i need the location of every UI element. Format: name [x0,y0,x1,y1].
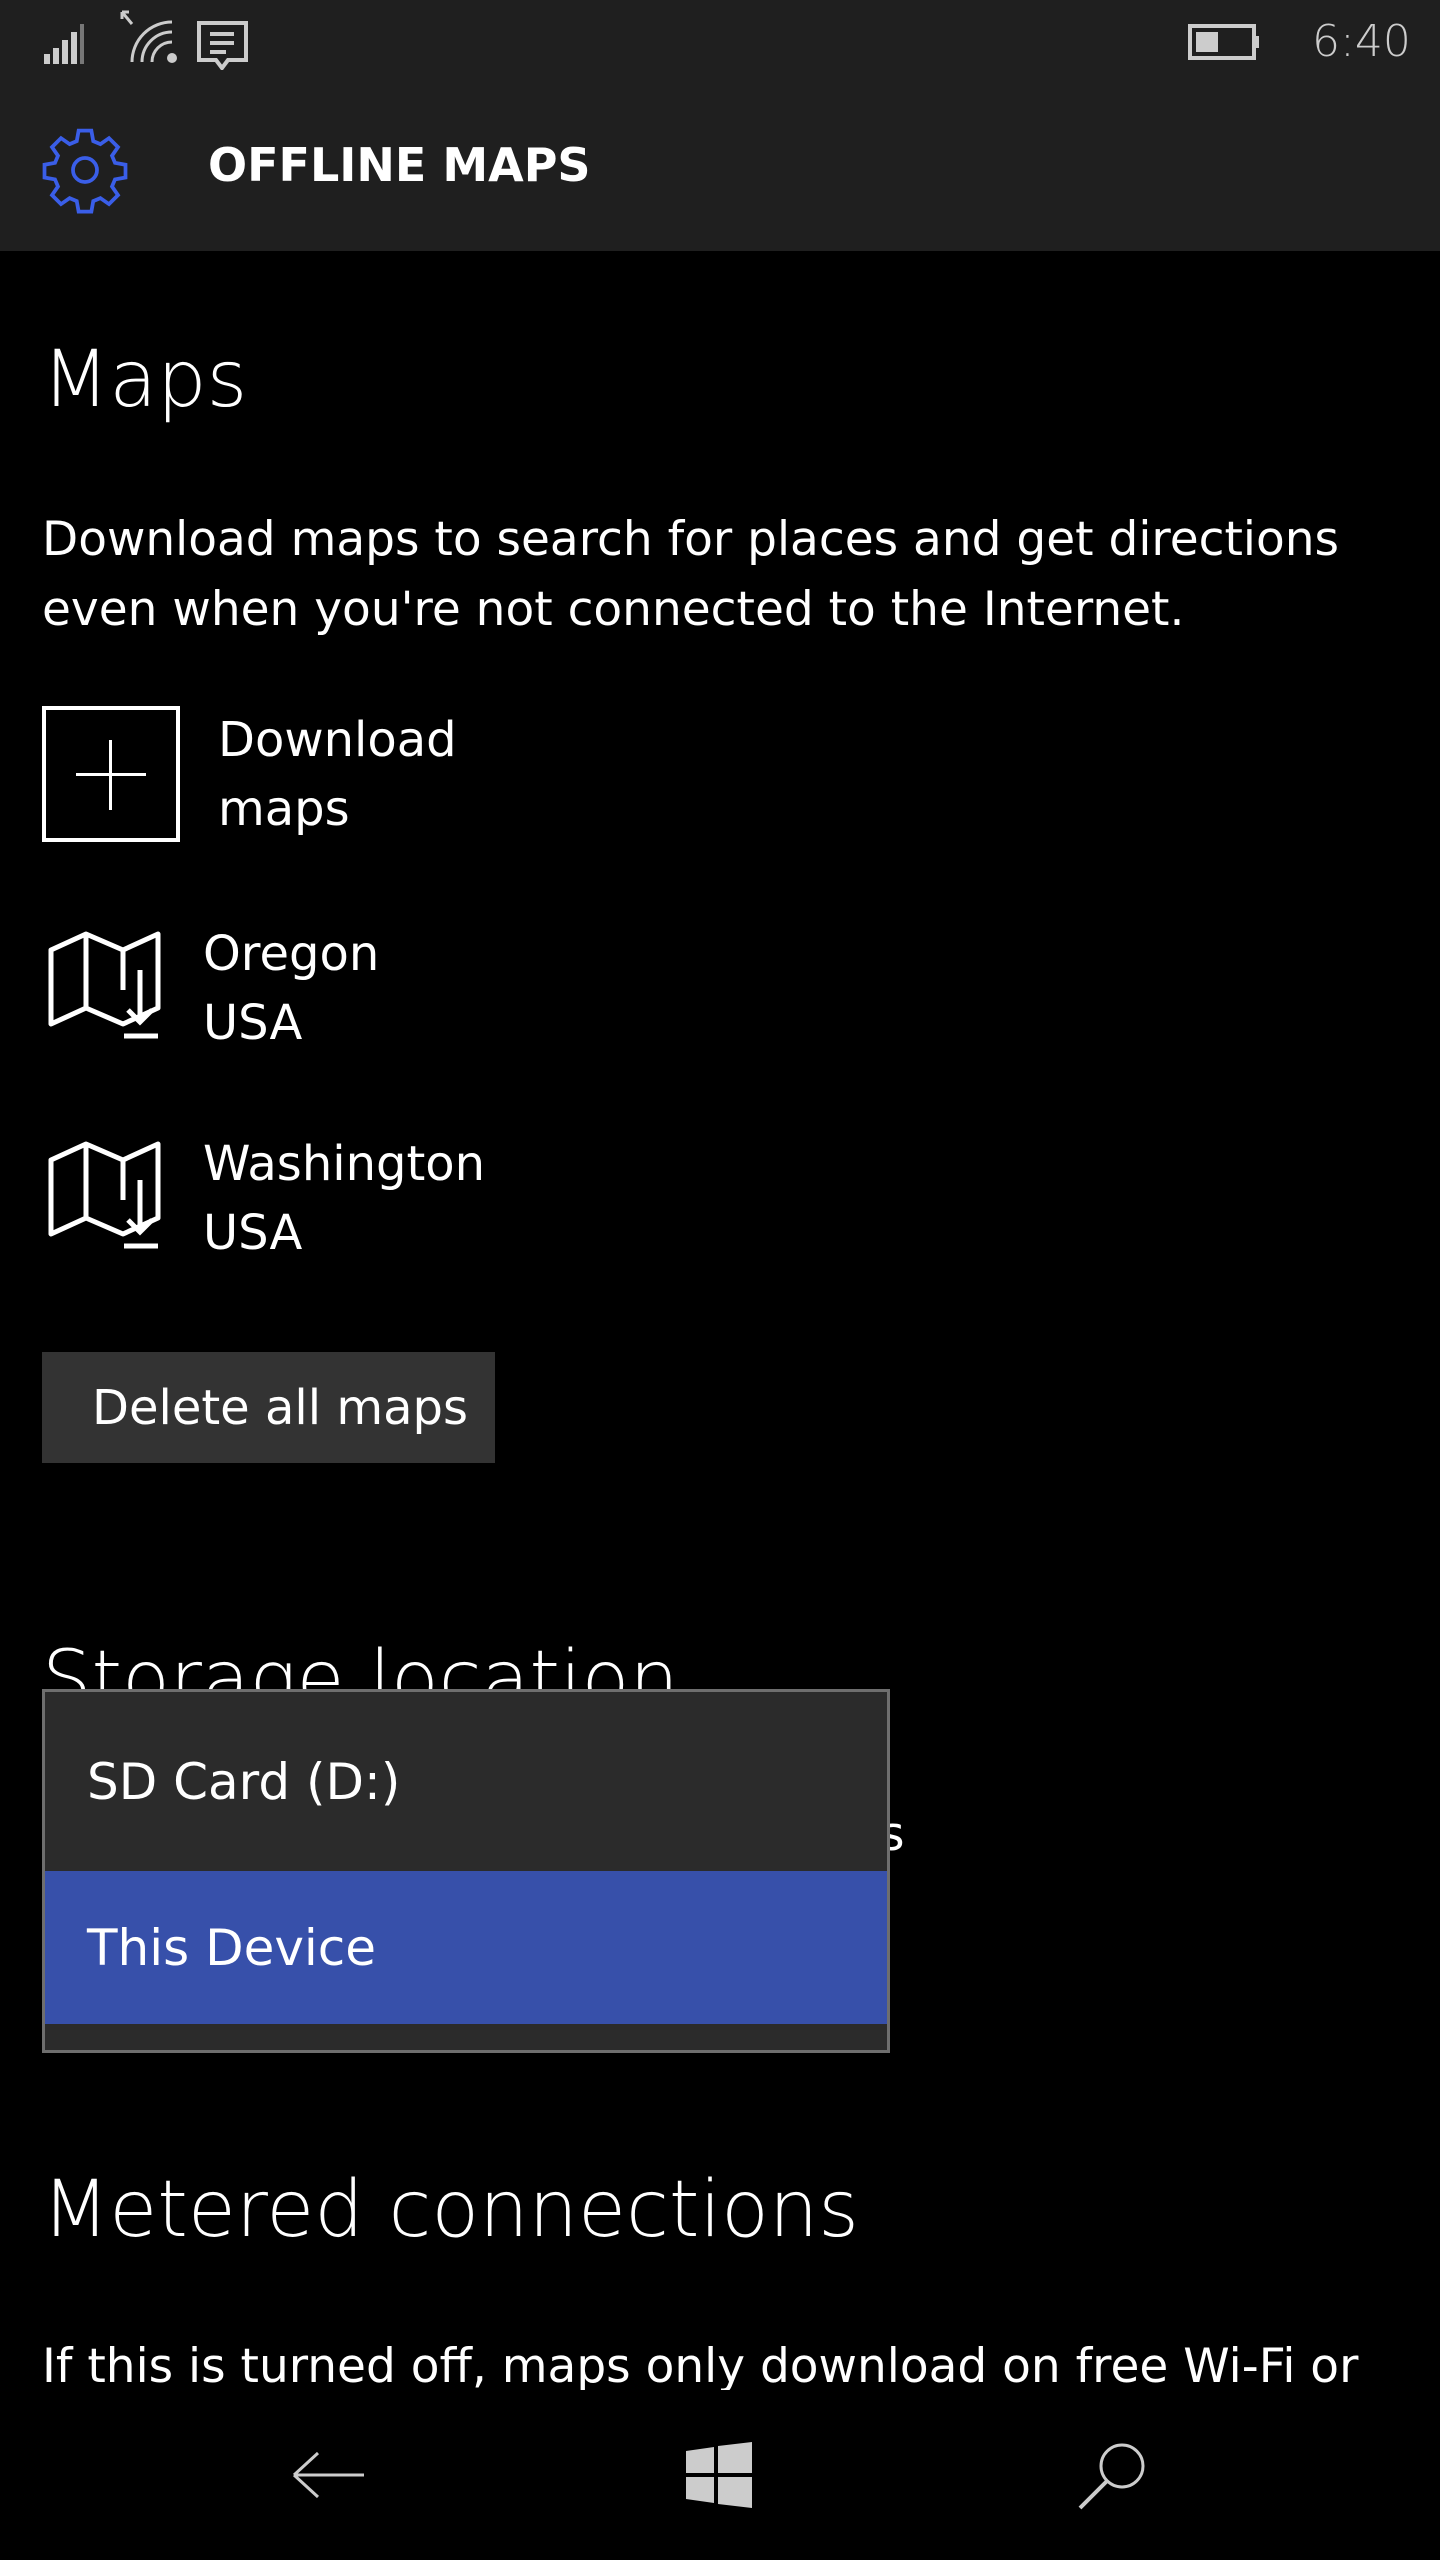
download-maps-button[interactable]: Download maps [42,706,592,844]
option-this-device[interactable]: This Device [45,1871,887,2024]
metered-description-clip: If this is turned off, maps only downloa… [0,2320,1440,2390]
app-header: OFFLINE MAPS [0,90,1440,251]
map-list-item-washington[interactable]: Washington USA [42,1130,642,1270]
option-sd-card[interactable]: SD Card (D:) [45,1692,887,1871]
metered-description: If this is turned off, maps only downloa… [42,2339,1359,2390]
navigation-bar [0,2390,1440,2560]
storage-heading: Storage location [42,1635,679,1692]
map-name: Oregon [203,926,380,982]
message-icon [197,21,248,70]
delete-all-maps-button[interactable]: Delete all maps [42,1352,495,1463]
page-title: OFFLINE MAPS [208,138,591,192]
map-list-item-oregon[interactable]: Oregon USA [42,920,642,1060]
battery-icon [1188,24,1259,60]
search-icon[interactable] [1076,2440,1148,2512]
storage-heading-clip: Storage location [0,1600,1440,1692]
status-bar: 6:40 [0,0,1440,90]
wifi-icon [120,10,177,63]
storage-location-dropdown[interactable]: SD Card (D:) This Device [42,1689,890,2053]
maps-description-line2: even when you're not connected to the In… [42,582,1185,637]
map-name: Washington [203,1136,486,1192]
map-country: USA [203,1205,303,1261]
maps-heading: Maps [42,335,248,425]
gear-icon[interactable] [40,125,130,215]
map-download-icon [48,931,161,1039]
map-country: USA [203,995,303,1051]
maps-description-line1: Download maps to search for places and g… [42,512,1339,567]
download-maps-label: Download maps [218,712,457,837]
plus-icon [42,706,180,842]
back-icon[interactable] [290,2450,366,2500]
windows-icon[interactable] [686,2442,752,2508]
clock: 6:40 [1312,16,1411,67]
map-download-icon [48,1141,161,1249]
metered-heading: Metered connections [42,2165,859,2255]
signal-icon [44,24,84,64]
